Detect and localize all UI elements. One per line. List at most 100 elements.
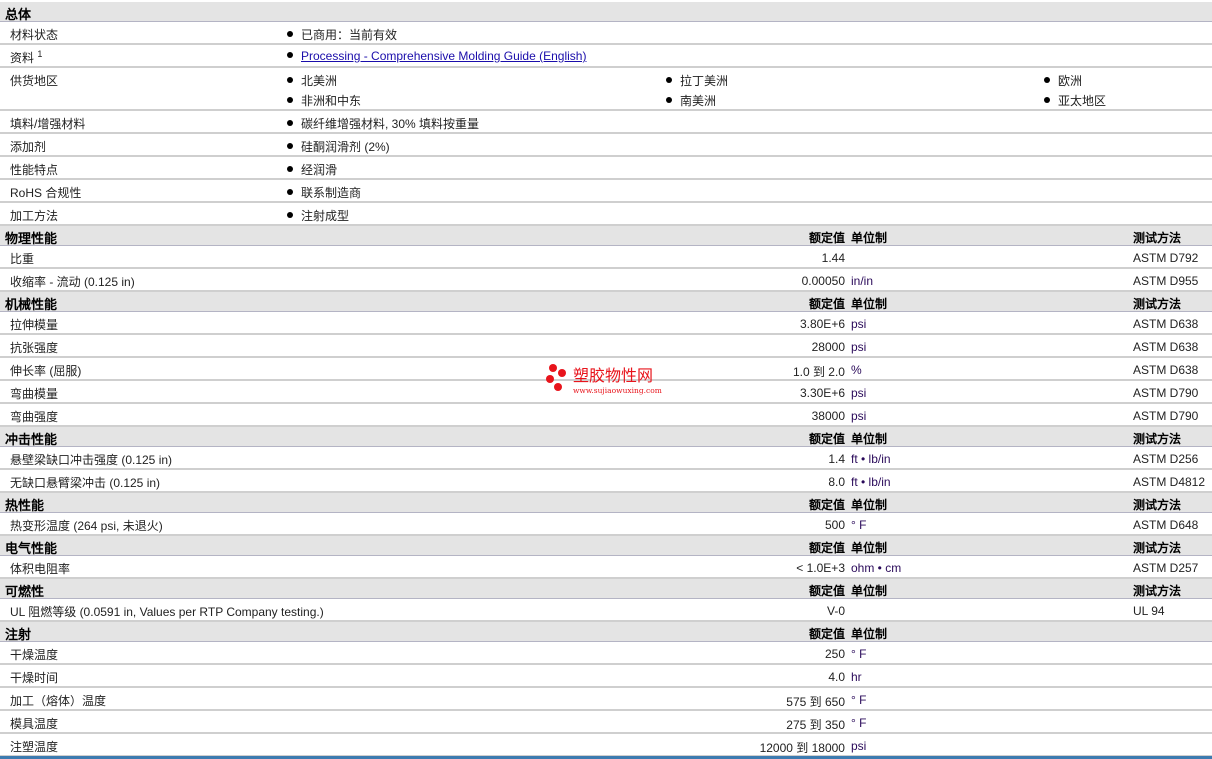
region-item: 亚太地区 — [1044, 92, 1106, 109]
method-column-header: 测试方法 — [1133, 584, 1182, 598]
property-value: 250 — [824, 647, 845, 661]
property-unit: ° F — [851, 693, 867, 707]
test-method: ASTM D256 — [1133, 452, 1199, 466]
property-row: 模具温度 275 到 350 ° F — [0, 711, 1212, 734]
property-unit: psi — [851, 386, 867, 400]
property-label: 拉伸模量 — [10, 318, 59, 332]
test-method: ASTM D955 — [1133, 274, 1199, 288]
property-unit: ohm • cm — [851, 561, 902, 575]
row-filler: 填料/增强材料 碳纤维增强材料, 30% 填料按重量 — [0, 111, 1212, 134]
property-value: < 1.0E+3 — [796, 561, 845, 575]
test-method: ASTM D257 — [1133, 561, 1199, 575]
test-method: ASTM D790 — [1133, 409, 1199, 423]
value-column-header: 额定值 — [808, 432, 845, 446]
watermark-url: www.sujiaowuxing.com — [573, 386, 662, 395]
section-title: 电气性能 — [5, 541, 58, 556]
doc-item: Processing - Comprehensive Molding Guide… — [287, 49, 586, 63]
property-unit: ft • lb/in — [851, 452, 891, 466]
region-item: 欧洲 — [1044, 72, 1082, 89]
property-value: 3.80E+6 — [799, 317, 845, 331]
test-method: ASTM D792 — [1133, 251, 1199, 265]
row-label: 性能特点 — [10, 163, 59, 177]
test-method: ASTM D638 — [1133, 340, 1199, 354]
property-unit: psi — [851, 340, 867, 354]
property-sections: 物理性能 额定值 单位制 测试方法 比重 1.44 ASTM D792 收缩率 - 流动 (0… — [0, 226, 1212, 757]
row-rohs: RoHS 合规性 联系制造商 — [0, 180, 1212, 203]
property-value: 12000 到 18000 — [759, 741, 845, 755]
region-item: 北美洲 — [287, 72, 337, 89]
test-method: UL 94 — [1133, 604, 1165, 618]
row-value: 硅酮润滑剂 (2%) — [287, 138, 390, 155]
method-column-header: 测试方法 — [1133, 231, 1182, 245]
property-row: 收缩率 - 流动 (0.125 in) 0.00050 in/in ASTM D955 — [0, 269, 1212, 292]
property-row: 拉伸模量 3.80E+6 psi ASTM D638 — [0, 312, 1212, 335]
row-documents: 资料 1 Processing - Comprehensive Molding G… — [0, 45, 1212, 68]
method-column-header: 测试方法 — [1133, 541, 1182, 555]
section-header: 电气性能 额定值 单位制 测试方法 — [0, 536, 1212, 556]
molding-guide-link[interactable]: Processing - Comprehensive Molding Guide… — [301, 49, 586, 63]
watermark-text: 塑胶物性网 — [573, 366, 653, 385]
method-column-header: 测试方法 — [1133, 432, 1182, 446]
property-row: 干燥温度 250 ° F — [0, 642, 1212, 665]
property-unit: ft • lb/in — [851, 475, 891, 489]
row-label: 填料/增强材料 — [10, 117, 86, 131]
row-features: 性能特点 经润滑 — [0, 157, 1212, 180]
row-label: 供货地区 — [10, 74, 59, 88]
region-item: 拉丁美洲 — [666, 72, 728, 89]
property-unit: in/in — [851, 274, 874, 288]
row-value: 联系制造商 — [287, 184, 361, 201]
property-label: 悬壁梁缺口冲击强度 (0.125 in) — [10, 453, 173, 467]
property-value: 1.44 — [821, 251, 845, 265]
property-row: 弯曲强度 38000 psi ASTM D790 — [0, 404, 1212, 427]
property-row: 抗张强度 28000 psi ASTM D638 — [0, 335, 1212, 358]
row-value: 注射成型 — [287, 207, 349, 224]
row-value: 碳纤维增强材料, 30% 填料按重量 — [287, 115, 479, 132]
unit-column-header: 单位制 — [851, 297, 888, 311]
property-unit: hr — [851, 670, 862, 684]
watermark-logo: 塑胶物性网 www.sujiaowuxing.com — [546, 364, 662, 395]
property-row: 无缺口悬臂梁冲击 (0.125 in) 8.0 ft • lb/in ASTM D48… — [0, 470, 1212, 493]
property-label: 干燥温度 — [10, 648, 59, 662]
property-value: 4.0 — [828, 670, 845, 684]
row-label: 资料 1 — [10, 49, 42, 66]
value-column-header: 额定值 — [808, 297, 845, 311]
unit-column-header: 单位制 — [851, 432, 888, 446]
property-value: 3.30E+6 — [799, 386, 845, 400]
value-column-header: 额定值 — [808, 498, 845, 512]
property-unit: psi — [851, 739, 867, 753]
property-row: 注塑温度 12000 到 18000 psi — [0, 734, 1212, 757]
row-label: 添加剂 — [10, 140, 47, 154]
unit-column-header: 单位制 — [851, 584, 888, 598]
property-unit: % — [851, 363, 862, 377]
property-value: 575 到 650 — [786, 695, 845, 709]
property-label: 弯曲模量 — [10, 387, 59, 401]
row-value: 经润滑 — [287, 161, 337, 178]
property-label: 抗张强度 — [10, 341, 59, 355]
property-label: 收缩率 - 流动 (0.125 in) — [10, 275, 135, 289]
row-label: RoHS 合规性 — [10, 186, 82, 200]
value-column-header: 额定值 — [808, 231, 845, 245]
section-title: 冲击性能 — [5, 432, 58, 447]
section-header: 可燃性 额定值 单位制 测试方法 — [0, 579, 1212, 599]
section-header-general: 总体 — [0, 2, 1212, 22]
region-item: 非洲和中东 — [287, 92, 361, 109]
test-method: ASTM D638 — [1133, 317, 1199, 331]
property-unit: psi — [851, 409, 867, 423]
property-label: 加工（熔体）温度 — [10, 694, 107, 708]
section-title: 物理性能 — [5, 231, 58, 246]
footnote-marker: 1 — [37, 49, 43, 59]
method-column-header: 测试方法 — [1133, 297, 1182, 311]
section-title: 机械性能 — [5, 297, 58, 312]
property-row: UL 阻燃等级 (0.0591 in, Values per RTP Compa… — [0, 599, 1212, 622]
property-value: 500 — [824, 518, 845, 532]
property-row: 悬壁梁缺口冲击强度 (0.125 in) 1.4 ft • lb/in ASTM D2… — [0, 447, 1212, 470]
property-value: 38000 — [811, 409, 845, 423]
row-material-status: 材料状态 已商用：当前有效 — [0, 22, 1212, 45]
test-method: ASTM D790 — [1133, 386, 1199, 400]
section-title: 注射 — [5, 627, 32, 642]
row-processing-method: 加工方法 注射成型 — [0, 203, 1212, 226]
property-value: 1.4 — [828, 452, 845, 466]
section-title: 总体 — [5, 7, 32, 22]
property-row: 热变形温度 (264 psi, 未退火) 500 ° F ASTM D648 — [0, 513, 1212, 536]
unit-column-header: 单位制 — [851, 627, 888, 641]
